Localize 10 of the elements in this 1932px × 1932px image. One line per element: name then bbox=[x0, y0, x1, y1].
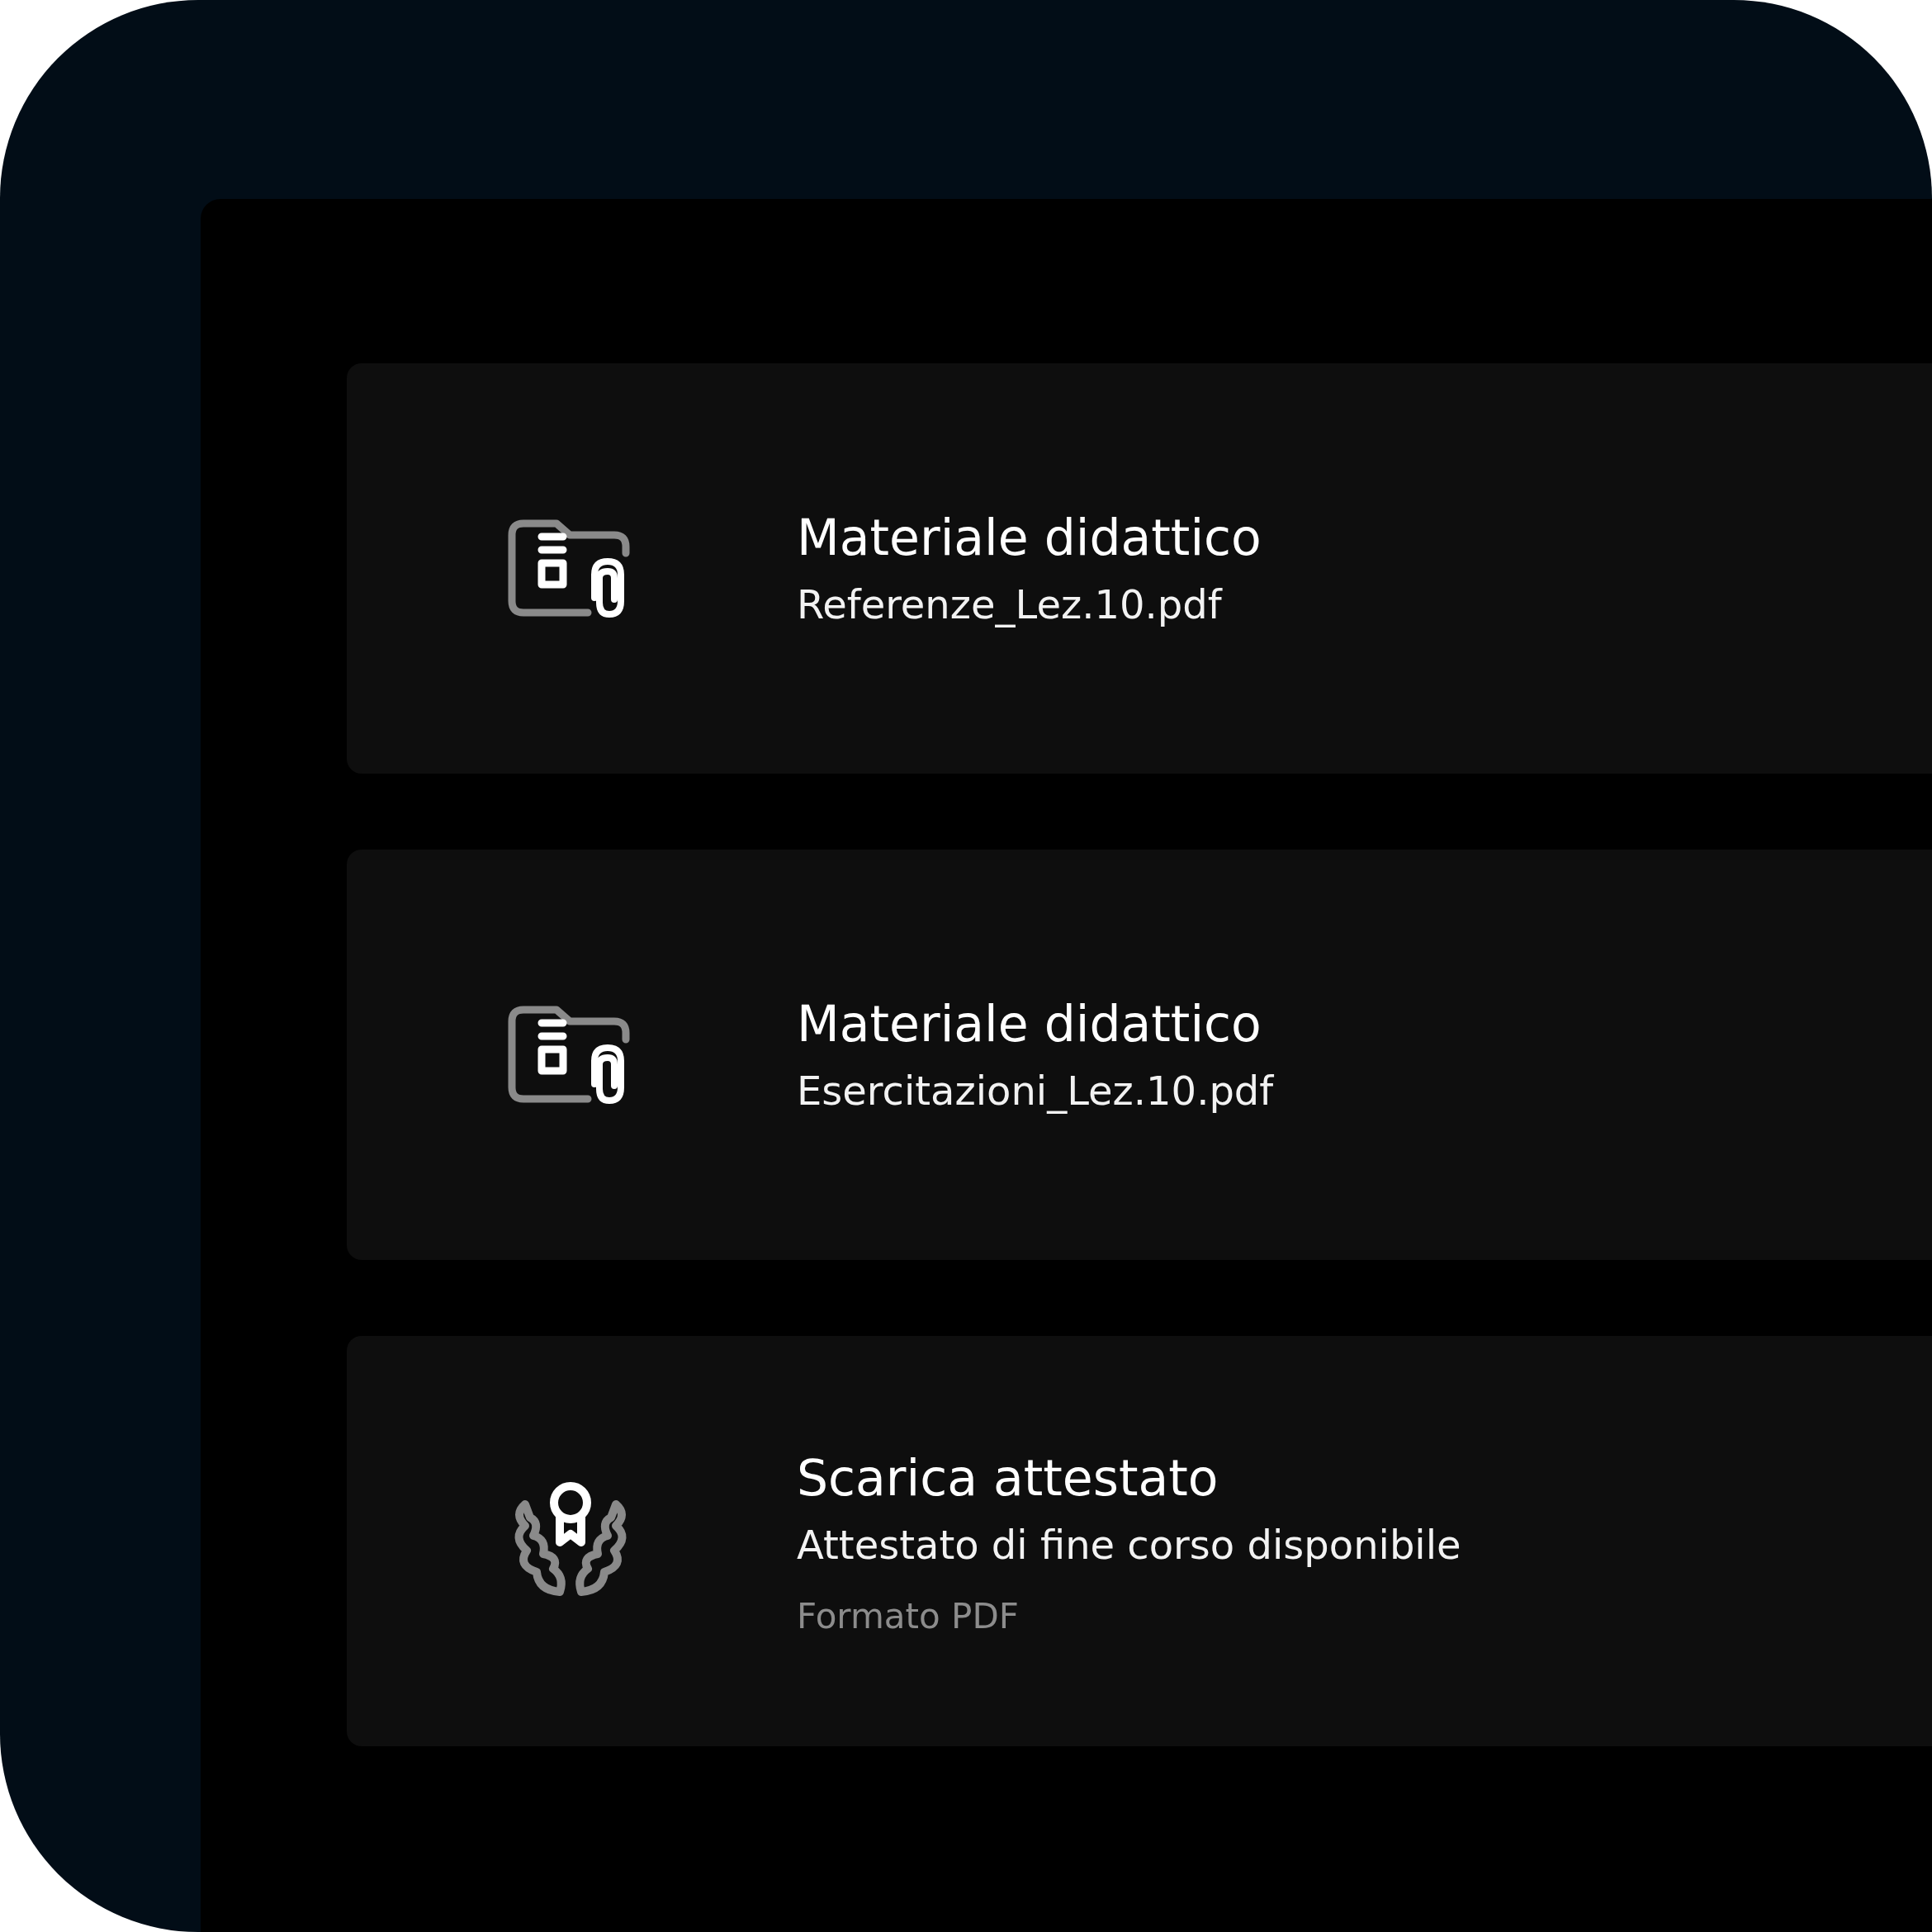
file-name: Esercitazioni_Lez.10.pdf bbox=[797, 1067, 1274, 1116]
card-title: Materiale didattico bbox=[797, 508, 1262, 569]
format-note: Formato PDF bbox=[797, 1596, 1020, 1637]
resource-card[interactable]: Materiale didattico Referenze_Lez.10.pdf bbox=[347, 363, 1932, 774]
resource-card[interactable]: Scarica attestato Attestato di fine corso disponibile Formato PDF bbox=[347, 1336, 1932, 1746]
card-title: Materiale didattico bbox=[797, 994, 1262, 1055]
file-name: Attestato di fine corso disponibile bbox=[797, 1520, 1461, 1570]
resource-card[interactable]: Materiale didattico Esercitazioni_Lez.10.pdf bbox=[347, 850, 1932, 1260]
card-title: Scarica attestato bbox=[797, 1447, 1219, 1508]
file-name: Referenze_Lez.10.pdf bbox=[797, 580, 1224, 630]
